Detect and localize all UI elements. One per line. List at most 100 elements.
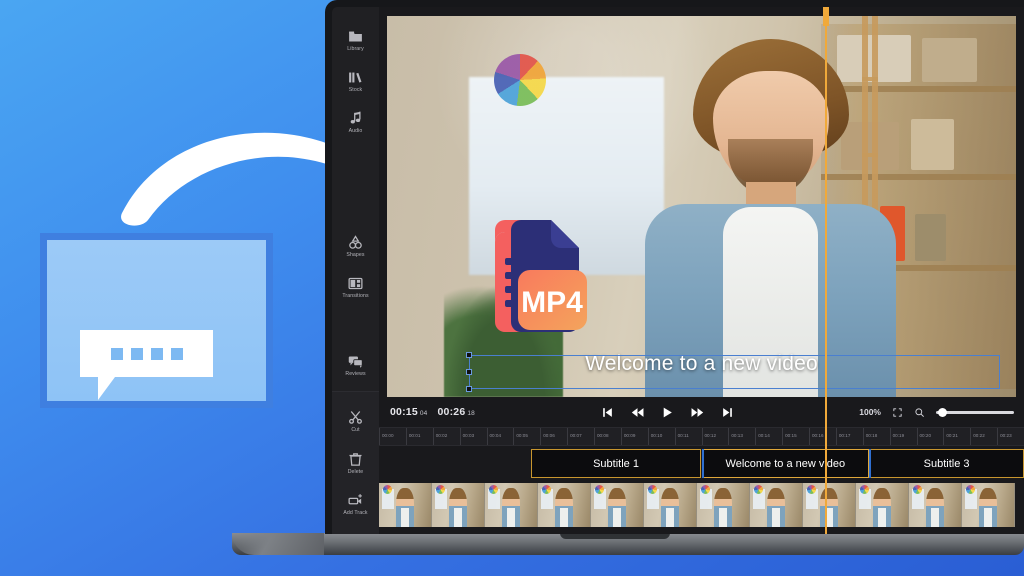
- scene-person: [645, 39, 897, 397]
- sidebar-item-label: Transitions: [342, 294, 368, 299]
- main-area: MP4 Welcome to a new video 00:1504 00:26…: [379, 7, 1024, 534]
- sidebar-item-add-track[interactable]: Add Track: [332, 483, 379, 524]
- sidebar-item-label: Cut: [351, 428, 359, 433]
- ruler-tick: 00:07: [567, 428, 582, 445]
- sidebar-item-audio[interactable]: Audio: [332, 101, 379, 142]
- ruler-tick: 00:21: [943, 428, 958, 445]
- scissors-icon: [347, 409, 364, 426]
- sidebar-item-stock[interactable]: Stock: [332, 60, 379, 101]
- clip-trim-edge[interactable]: [869, 449, 871, 478]
- sidebar-item-label: Stock: [349, 88, 362, 93]
- ruler-tick: 00:19: [890, 428, 905, 445]
- ruler-tick: 00:06: [540, 428, 555, 445]
- video-thumbnail: [697, 483, 750, 527]
- ruler-tick: 00:22: [970, 428, 985, 445]
- reviews-chat-icon: [347, 353, 364, 370]
- sidebar-item-cut[interactable]: Cut: [332, 400, 379, 441]
- video-thumbnail-strip: [379, 483, 1015, 527]
- video-thumbnail: [485, 483, 538, 527]
- ruler-tick: 00:05: [513, 428, 528, 445]
- sidebar-mid-group: Shapes Transitions: [332, 225, 379, 307]
- timeline: 00:0000:0100:0200:0300:0400:0500:0600:07…: [379, 427, 1024, 534]
- add-track-icon: [347, 492, 364, 509]
- sidebar: Library Stock: [332, 7, 379, 534]
- ruler-tick: 00:15: [782, 428, 797, 445]
- subtitle-track: Subtitle 1 Welcome to a new video Subtitle…: [379, 446, 1024, 480]
- transitions-icon: [347, 275, 364, 292]
- resize-handle-bl[interactable]: [466, 386, 472, 392]
- bubble-dot: [151, 348, 163, 360]
- video-thumbnail: [432, 483, 485, 527]
- video-editor-app: Library Stock: [332, 7, 1024, 534]
- ruler-tick: 00:23: [997, 428, 1012, 445]
- transport-right-controls: 100%: [859, 407, 1014, 418]
- zoom-percent-label: 100%: [859, 407, 881, 417]
- duration-timecode: 00:2618: [438, 406, 476, 418]
- ruler-tick: 00:03: [460, 428, 475, 445]
- caption-selection-box[interactable]: [469, 355, 1000, 389]
- sidebar-item-label: Shapes: [346, 253, 364, 258]
- subtitle-clip-label: Subtitle 3: [924, 458, 970, 470]
- skip-to-end-button[interactable]: [721, 406, 734, 419]
- video-thumbnail: [750, 483, 803, 527]
- ruler-tick: 00:12: [702, 428, 717, 445]
- video-track[interactable]: [379, 483, 1024, 529]
- subtitle-clip[interactable]: Subtitle 3: [869, 449, 1024, 478]
- transport-bar: 00:1504 00:2618: [379, 397, 1024, 427]
- mp4-file-icon[interactable]: MP4: [487, 214, 587, 342]
- resize-handle-tl[interactable]: [466, 352, 472, 358]
- ruler-tick: 00:16: [809, 428, 824, 445]
- sidebar-item-label: Audio: [349, 129, 363, 134]
- promo-card-inner: [47, 240, 266, 401]
- video-thumbnail: [538, 483, 591, 527]
- zoom-slider-knob[interactable]: [938, 408, 947, 417]
- subtitle-clip[interactable]: Subtitle 1: [531, 449, 702, 478]
- ruler-tick: 00:09: [621, 428, 636, 445]
- preview-scene: [387, 16, 1016, 397]
- video-thumbnail: [591, 483, 644, 527]
- ruler-tick: 00:01: [406, 428, 421, 445]
- video-thumbnail: [644, 483, 697, 527]
- sidebar-item-library[interactable]: Library: [332, 19, 379, 60]
- playhead[interactable]: [825, 7, 827, 534]
- skip-to-start-button[interactable]: [601, 406, 614, 419]
- sidebar-item-transitions[interactable]: Transitions: [332, 266, 379, 307]
- sidebar-item-label: Library: [347, 47, 364, 52]
- bubble-tail: [98, 377, 115, 400]
- shapes-icon: [347, 234, 364, 251]
- ruler-tick: 00:02: [433, 428, 448, 445]
- trash-icon: [347, 451, 364, 468]
- sidebar-item-label: Reviews: [345, 372, 365, 377]
- zoom-slider[interactable]: [936, 411, 1014, 414]
- speech-bubble-icon: [80, 330, 213, 377]
- zoom-out-magnifier-icon[interactable]: [914, 407, 925, 418]
- preview-panel: MP4 Welcome to a new video: [379, 7, 1024, 397]
- scene-color-wheel: [494, 54, 546, 106]
- clip-trim-edge[interactable]: [702, 449, 704, 478]
- bubble-dot: [131, 348, 143, 360]
- video-thumbnail: [856, 483, 909, 527]
- video-preview[interactable]: MP4 Welcome to a new video: [387, 16, 1016, 397]
- playhead-handle[interactable]: [823, 7, 829, 26]
- sidebar-item-shapes[interactable]: Shapes: [332, 225, 379, 266]
- video-thumbnail: [379, 483, 432, 527]
- fast-forward-button[interactable]: [691, 406, 704, 419]
- folder-icon: [347, 28, 364, 45]
- laptop-screen: Library Stock: [325, 0, 1024, 534]
- fit-to-screen-icon[interactable]: [892, 407, 903, 418]
- subtitle-clip-label: Welcome to a new video: [726, 458, 846, 470]
- sidebar-item-reviews[interactable]: Reviews: [332, 344, 379, 391]
- video-thumbnail: [803, 483, 856, 527]
- video-thumbnail: [909, 483, 962, 527]
- resize-handle-ml[interactable]: [466, 369, 472, 375]
- sidebar-item-delete[interactable]: Delete: [332, 442, 379, 483]
- ruler-tick: 00:00: [379, 428, 394, 445]
- timeline-ruler[interactable]: 00:0000:0100:0200:0300:0400:0500:0600:07…: [379, 427, 1024, 446]
- sidebar-spacer: [332, 307, 379, 344]
- subtitle-clip-label: Subtitle 1: [593, 458, 639, 470]
- current-timecode: 00:1504: [390, 406, 428, 418]
- audio-note-icon: [347, 110, 364, 127]
- play-button[interactable]: [661, 406, 674, 419]
- subtitle-clip[interactable]: Welcome to a new video: [702, 449, 870, 478]
- rewind-button[interactable]: [631, 406, 644, 419]
